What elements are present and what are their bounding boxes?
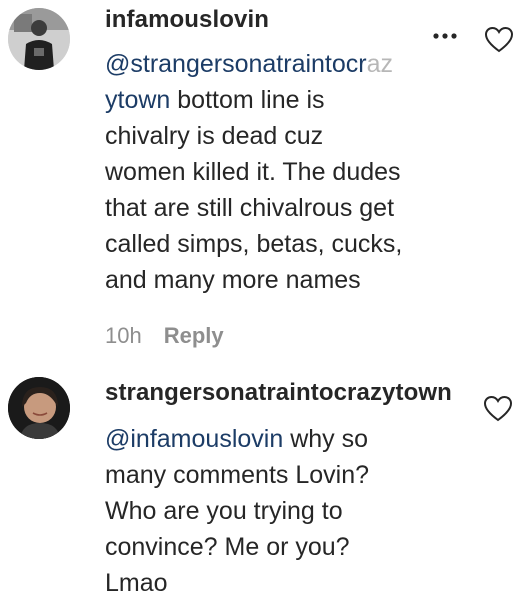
avatar[interactable]	[8, 377, 70, 439]
comment-meta: 10h Reply	[105, 323, 224, 349]
comment-text: @infamouslovin why so many comments Lovi…	[105, 425, 370, 597]
comment-item: strangersonatraintocrazytown @infamouslo…	[0, 360, 520, 600]
avatar[interactable]	[8, 8, 70, 70]
mention-link[interactable]: @strangersonatraintocraz	[105, 50, 393, 78]
comment-username[interactable]: infamouslovin	[105, 6, 269, 34]
heart-icon[interactable]	[484, 26, 514, 53]
comment-text: @strangersonatraintocraz ytown bottom li…	[105, 50, 403, 294]
more-options-icon[interactable]	[430, 28, 460, 39]
mention-link[interactable]: @infamouslovin	[105, 425, 283, 453]
comment-username[interactable]: strangersonatraintocrazytown	[105, 379, 452, 407]
comment-timestamp: 10h	[105, 323, 142, 348]
comment-item: infamouslovin @strangersonatraintocraz y…	[0, 0, 520, 360]
heart-icon[interactable]	[483, 395, 513, 422]
reply-button[interactable]: Reply	[164, 323, 224, 348]
mention-link-continued[interactable]: ytown	[105, 86, 170, 114]
